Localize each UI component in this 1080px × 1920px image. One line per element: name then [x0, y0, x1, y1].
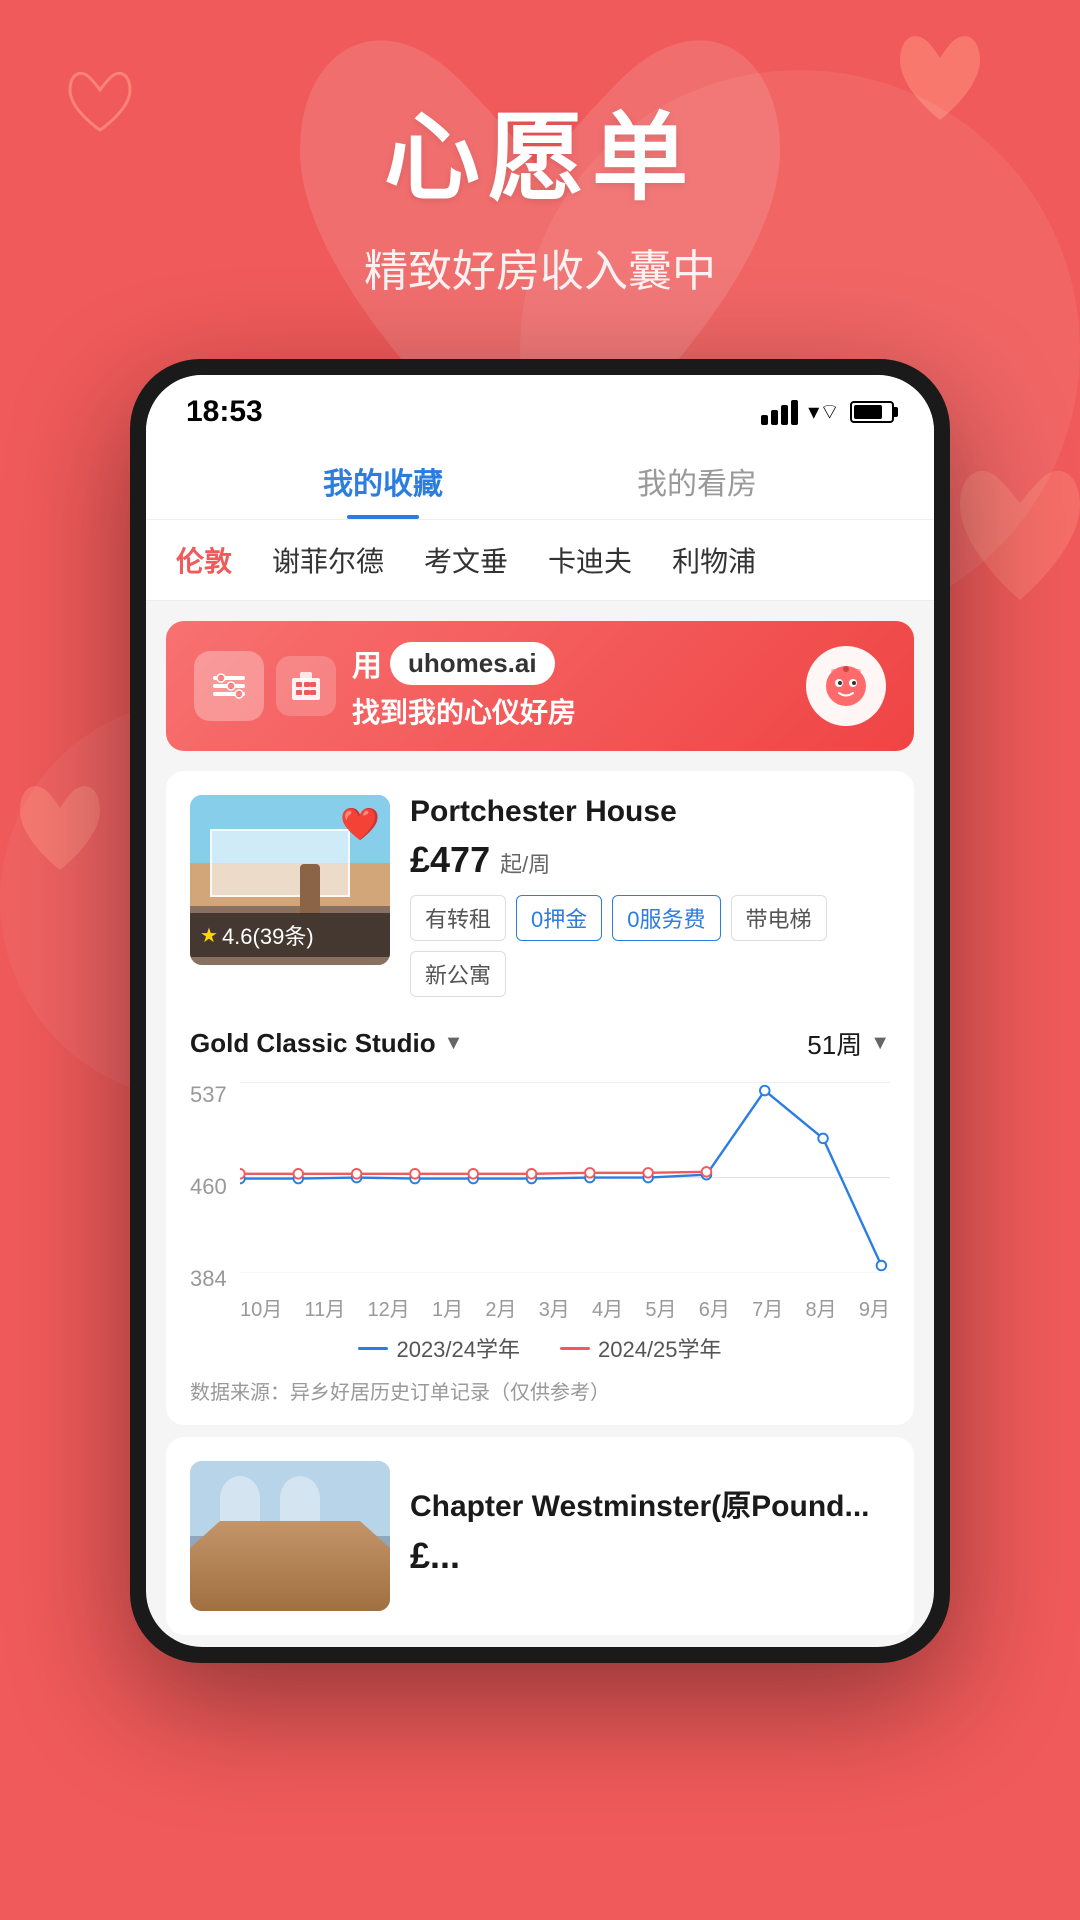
- property-info-1: Portchester House £477 起/周 有转租 0押金 0服务费 …: [410, 795, 890, 997]
- chart-legend: 2023/24学年 2024/25学年: [190, 1332, 890, 1364]
- property-card-2[interactable]: Chapter Westminster(原Pound... £...: [166, 1437, 914, 1635]
- rating-badge: ★ 4.6(39条): [190, 913, 390, 957]
- ai-filter-icon: [194, 651, 264, 721]
- tag-zero-deposit: 0押金: [516, 895, 602, 941]
- chart-y-labels: 537 460 384: [190, 1082, 240, 1292]
- price-unit-1: 起/周: [500, 852, 550, 877]
- property-image-1: ❤️ ★ 4.6(39条): [190, 795, 390, 965]
- city-london[interactable]: 伦敦: [176, 540, 232, 580]
- legend-dot-2024: [560, 1347, 590, 1350]
- week-selector[interactable]: 51周 ▼: [807, 1025, 890, 1062]
- rating-value: 4.6(39条): [222, 919, 314, 951]
- tag-zero-fee: 0服务费: [612, 895, 720, 941]
- status-time: 18:53: [186, 395, 263, 429]
- price-chart: 537 460 384: [190, 1082, 890, 1322]
- signal-icon: [761, 400, 798, 425]
- city-sheffield[interactable]: 谢菲尔德: [272, 540, 384, 580]
- tab-my-viewings[interactable]: 我的看房: [637, 459, 757, 519]
- room-type-dropdown-icon: ▼: [444, 1032, 464, 1055]
- ai-banner[interactable]: 用 uhomes.ai 找到我的心仪好房: [166, 621, 914, 751]
- legend-2023: 2023/24学年: [358, 1332, 520, 1364]
- ai-robot-icon: [806, 646, 886, 726]
- tag-sublet: 有转租: [410, 895, 506, 941]
- property-name-1: Portchester House: [410, 795, 890, 829]
- city-coventry[interactable]: 考文垂: [424, 540, 508, 580]
- tag-new-apt: 新公寓: [410, 951, 506, 997]
- ai-banner-brand: uhomes.ai: [390, 642, 555, 685]
- tab-my-favorites[interactable]: 我的收藏: [323, 459, 443, 519]
- star-icon: ★: [200, 923, 218, 948]
- city-liverpool[interactable]: 利物浦: [672, 540, 756, 580]
- property-info-2: Chapter Westminster(原Pound... £...: [410, 1481, 870, 1591]
- battery-icon: [850, 401, 894, 423]
- legend-label-2024: 2024/25学年: [598, 1332, 722, 1364]
- city-filter: 伦敦 谢菲尔德 考文垂 卡迪夫 利物浦: [146, 520, 934, 601]
- ai-banner-building-icon: [276, 656, 336, 716]
- week-dropdown-icon: ▼: [870, 1032, 890, 1055]
- ai-banner-prefix: 用: [352, 641, 382, 685]
- city-cardiff[interactable]: 卡迪夫: [548, 540, 632, 580]
- page-subtitle: 精致好房收入囊中: [0, 235, 1080, 299]
- tag-elevator: 带电梯: [731, 895, 827, 941]
- wifi-icon: ▾⌔: [808, 398, 840, 426]
- ai-banner-text-area: 用 uhomes.ai 找到我的心仪好房: [352, 641, 790, 731]
- room-type-selector[interactable]: Gold Classic Studio ▼: [190, 1028, 463, 1059]
- property-image-2: [190, 1461, 390, 1611]
- chart-x-labels: 10月 11月 12月 1月 2月 3月 4月 5月 6月 7月 8月 9月: [240, 1293, 890, 1322]
- legend-2024: 2024/25学年: [560, 1332, 722, 1364]
- favorite-heart-icon[interactable]: ❤️: [340, 805, 380, 843]
- property-name-2: Chapter Westminster(原Pound...: [410, 1481, 870, 1525]
- chart-note: 数据来源：异乡好居历史订单记录（仅供参考）: [190, 1376, 890, 1405]
- room-type-label: Gold Classic Studio: [190, 1028, 436, 1059]
- property-price-2: £...: [410, 1535, 870, 1577]
- status-bar: 18:53 ▾⌔: [146, 375, 934, 439]
- phone-screen: 18:53 ▾⌔ 我的收藏 我的看房: [146, 375, 934, 1647]
- week-count-label: 51周: [807, 1025, 862, 1062]
- phone-mockup: 18:53 ▾⌔ 我的收藏 我的看房: [130, 359, 950, 1663]
- legend-dot-2023: [358, 1347, 388, 1350]
- page-title: 心愿单: [0, 80, 1080, 219]
- property-tags-1: 有转租 0押金 0服务费 带电梯 新公寓: [410, 895, 890, 997]
- property-price-1: £477 起/周: [410, 839, 890, 881]
- ai-banner-left: [194, 651, 336, 721]
- chart-svg: [240, 1082, 890, 1273]
- tabs-container: 我的收藏 我的看房: [146, 439, 934, 520]
- chart-section: Gold Classic Studio ▼ 51周 ▼ 537 460 384: [166, 1021, 914, 1425]
- status-icons: ▾⌔: [761, 398, 894, 426]
- ai-banner-suffix: 找到我的心仪好房: [352, 691, 790, 731]
- property-card-1[interactable]: ❤️ ★ 4.6(39条) Portchester House £477 起/周: [166, 771, 914, 1425]
- legend-label-2023: 2023/24学年: [396, 1332, 520, 1364]
